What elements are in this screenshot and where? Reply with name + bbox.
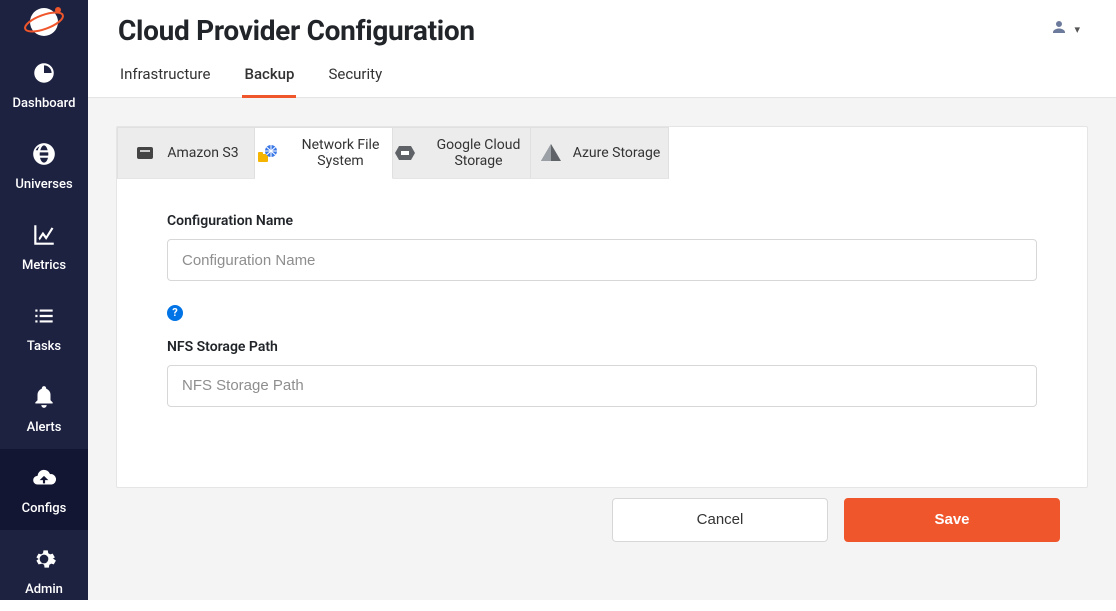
provider-tab-amazon-s3[interactable]: Amazon S3 [117,127,255,179]
sidebar-item-universes[interactable]: Universes [0,125,88,206]
provider-tab-azure[interactable]: Azure Storage [531,127,669,179]
button-row: Cancel Save [116,488,1088,560]
subtab-label: Infrastructure [120,65,210,83]
sidebar-item-admin[interactable]: Admin [0,530,88,611]
provider-tabs: Amazon S3 Network File System [117,127,1087,179]
sidebar-item-metrics[interactable]: Metrics [0,206,88,287]
nfs-icon [255,141,279,165]
sidebar: Dashboard Universes Metrics Tasks Alerts [0,0,88,600]
config-name-label: Configuration Name [167,213,1037,229]
sidebar-item-label: Admin [25,582,63,597]
dashboard-icon [31,60,57,90]
provider-tab-label: Azure Storage [573,145,661,161]
bell-icon [31,384,57,414]
nfs-path-label: NFS Storage Path [167,339,1037,355]
subtab-security[interactable]: Security [326,65,384,97]
planet-logo-icon [22,0,66,44]
cloud-upload-icon [31,465,57,495]
azure-icon [539,141,563,165]
sidebar-item-dashboard[interactable]: Dashboard [0,44,88,125]
form-group-config-name: Configuration Name [167,213,1037,281]
cancel-button[interactable]: Cancel [612,498,828,542]
gear-icon [31,546,57,576]
user-icon [1050,18,1068,40]
user-menu[interactable]: ▾ [1044,14,1086,44]
globe-icon [31,141,57,171]
config-name-input[interactable] [167,239,1037,281]
nfs-path-input[interactable] [167,365,1037,407]
page-title: Cloud Provider Configuration [118,14,475,47]
sidebar-item-label: Metrics [22,258,66,273]
sidebar-item-label: Alerts [27,420,62,435]
subtab-infrastructure[interactable]: Infrastructure [118,65,212,97]
sidebar-item-alerts[interactable]: Alerts [0,368,88,449]
subtab-label: Security [328,65,382,83]
list-icon [31,303,57,333]
aws-icon [133,141,157,165]
content-area: Amazon S3 Network File System [88,98,1116,600]
provider-tab-label: Google Cloud Storage [427,137,530,169]
subtab-label: Backup [244,65,294,83]
sidebar-item-tasks[interactable]: Tasks [0,287,88,368]
sidebar-item-configs[interactable]: Configs [0,449,88,530]
sidebar-item-label: Dashboard [13,96,76,111]
subtabs: Infrastructure Backup Security [118,65,1086,97]
sidebar-item-label: Universes [15,177,72,192]
save-button[interactable]: Save [844,498,1060,542]
sidebar-item-label: Tasks [27,339,61,354]
provider-tab-label: Network File System [289,137,392,169]
help-icon[interactable]: ? [167,305,183,321]
chart-icon [31,222,57,252]
gcs-icon [393,141,417,165]
main-area: Cloud Provider Configuration ▾ Infrastru… [88,0,1116,600]
provider-tab-label: Amazon S3 [167,145,238,161]
config-card: Amazon S3 Network File System [116,126,1088,488]
chevron-down-icon: ▾ [1074,23,1080,36]
provider-tab-nfs[interactable]: Network File System [255,127,393,179]
form-body: Configuration Name ? NFS Storage Path [117,179,1087,487]
app-logo [0,0,88,44]
topbar: Cloud Provider Configuration ▾ Infrastru… [88,0,1116,98]
subtab-backup[interactable]: Backup [242,65,296,97]
sidebar-item-label: Configs [22,501,67,516]
form-group-nfs-path: NFS Storage Path [167,339,1037,407]
provider-tab-gcs[interactable]: Google Cloud Storage [393,127,531,179]
